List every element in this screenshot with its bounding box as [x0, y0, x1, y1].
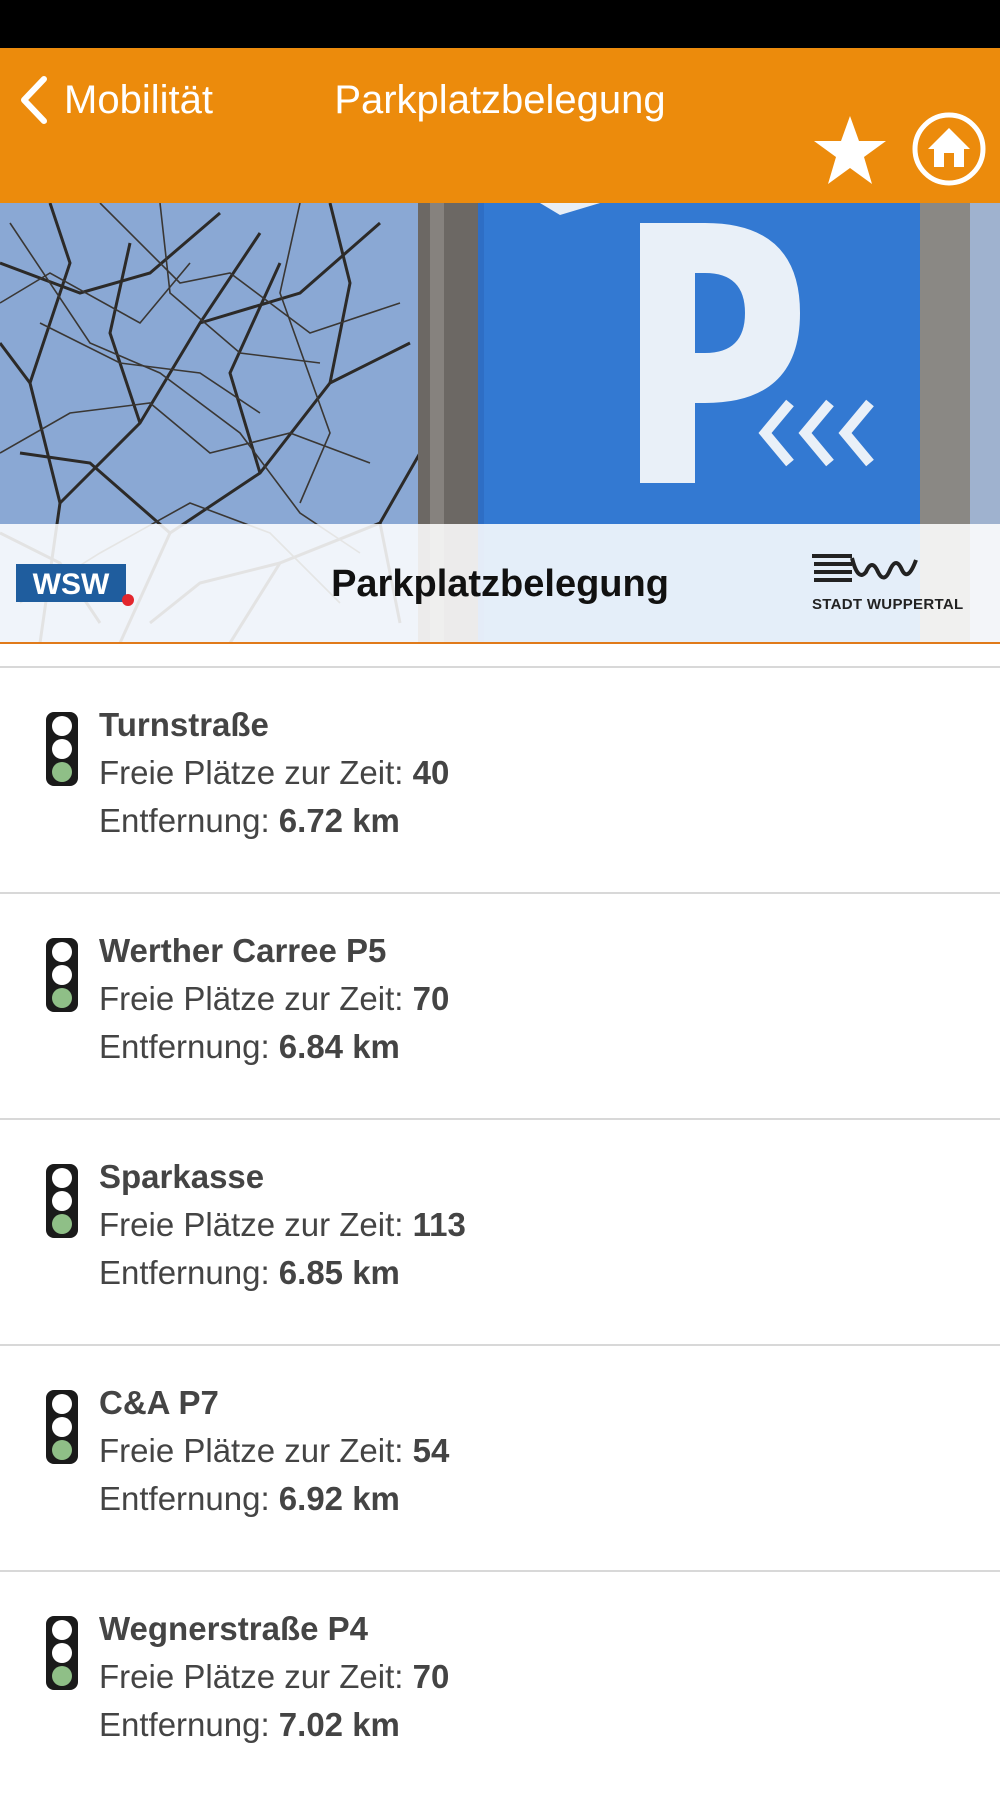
wsw-logo: WSW: [16, 564, 134, 606]
traffic-light-icon: [46, 1616, 78, 1690]
free-spaces-text: Freie Plätze zur Zeit: 40: [99, 754, 450, 791]
parking-row[interactable]: Sparkasse Freie Plätze zur Zeit: 113 Ent…: [0, 1120, 1000, 1346]
parking-name: Turnstraße: [99, 706, 269, 743]
distance-value: 6.92 km: [278, 1480, 400, 1517]
back-label: Mobilität: [64, 77, 213, 122]
list-top-separator: [0, 644, 1000, 668]
chevron-left-icon: [21, 76, 47, 124]
svg-text:WSW: WSW: [33, 568, 110, 601]
free-spaces-value: 54: [412, 1432, 450, 1469]
free-spaces-value: 70: [412, 1658, 450, 1695]
traffic-light-icon: [46, 938, 78, 1012]
distance-text: Entfernung: 6.92 km: [99, 1480, 400, 1517]
distance-value: 6.84 km: [278, 1028, 400, 1065]
free-spaces-text: Freie Plätze zur Zeit: 70: [99, 980, 450, 1017]
free-spaces-value: 40: [412, 754, 450, 791]
traffic-light-icon: [46, 712, 78, 786]
distance-value: 6.72 km: [278, 802, 400, 839]
parking-name: Sparkasse: [99, 1158, 265, 1195]
distance-text: Entfernung: 6.72 km: [99, 802, 400, 839]
status-bar: [0, 0, 1000, 48]
distance-text: Entfernung: 6.85 km: [99, 1254, 400, 1291]
parking-name: Wegnerstraße P4: [99, 1610, 368, 1647]
free-spaces-text: Freie Plätze zur Zeit: 70: [99, 1658, 450, 1695]
distance-value: 7.02 km: [278, 1706, 400, 1743]
free-spaces-value: 70: [412, 980, 450, 1017]
page-title: Parkplatzbelegung: [334, 78, 666, 122]
parking-row[interactable]: Wegnerstraße P4 Freie Plätze zur Zeit: 7…: [0, 1572, 1000, 1796]
star-icon[interactable]: [812, 112, 888, 188]
banner-title: Parkplatzbelegung: [331, 563, 669, 605]
distance-text: Entfernung: 7.02 km: [99, 1706, 400, 1743]
distance-text: Entfernung: 6.84 km: [99, 1028, 400, 1065]
parking-name: C&A P7: [99, 1384, 219, 1421]
distance-value: 6.85 km: [278, 1254, 400, 1291]
free-spaces-text: Freie Plätze zur Zeit: 54: [99, 1432, 450, 1469]
traffic-light-icon: [46, 1390, 78, 1464]
parking-list: Turnstraße Freie Plätze zur Zeit: 40 Ent…: [0, 644, 1000, 1796]
home-icon[interactable]: [912, 112, 986, 186]
parking-row[interactable]: Werther Carree P5 Freie Plätze zur Zeit:…: [0, 894, 1000, 1120]
traffic-light-icon: [46, 1164, 78, 1238]
parking-row[interactable]: Turnstraße Freie Plätze zur Zeit: 40 Ent…: [0, 668, 1000, 894]
free-spaces-value: 113: [412, 1206, 466, 1243]
stadt-wuppertal-label: STADT WUPPERTAL: [812, 596, 964, 613]
free-spaces-text: Freie Plätze zur Zeit: 113: [99, 1206, 466, 1243]
back-button[interactable]: Mobilität: [18, 72, 213, 128]
parking-name: Werther Carree P5: [99, 932, 387, 969]
parking-row[interactable]: C&A P7 Freie Plätze zur Zeit: 54 Entfern…: [0, 1346, 1000, 1572]
